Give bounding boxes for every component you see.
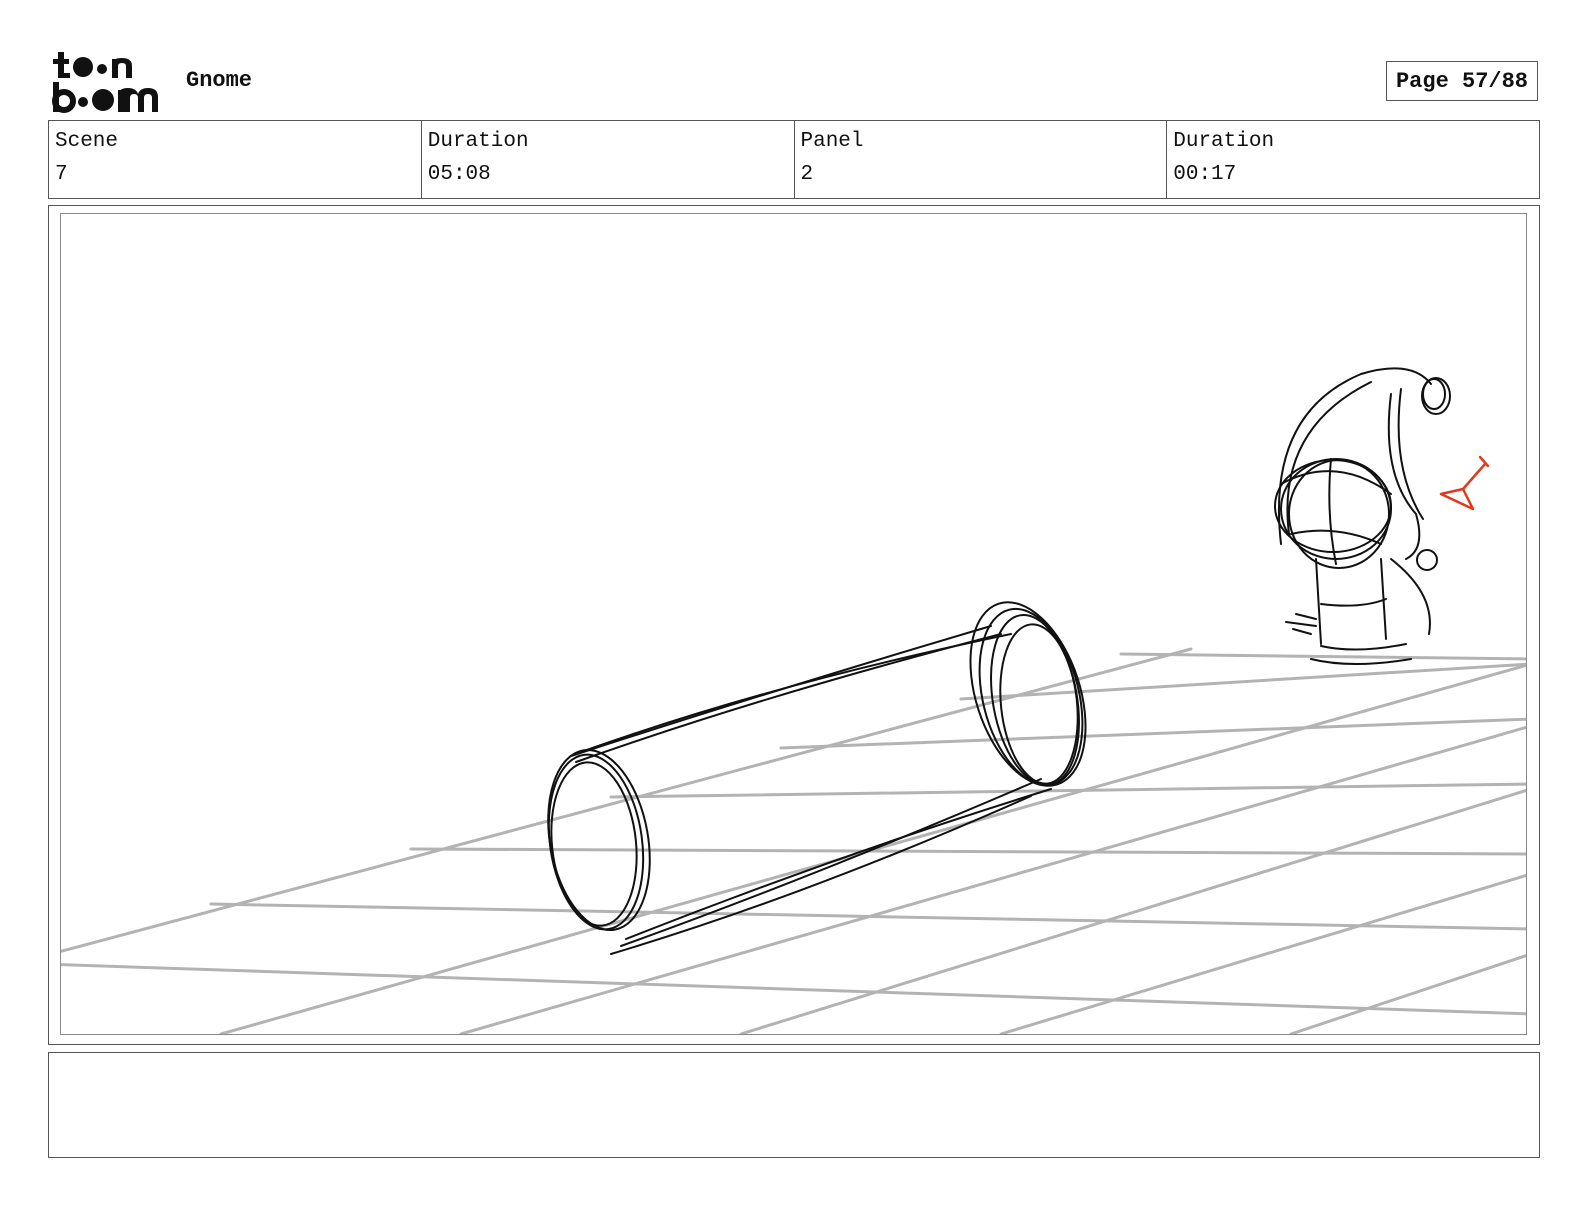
panel-duration-value: 00:17 xyxy=(1173,163,1237,186)
panel-notes-box xyxy=(48,1052,1540,1158)
scene-duration-cell: Duration 05:08 xyxy=(420,121,794,198)
direction-arrow-annotation xyxy=(1439,455,1490,511)
panel-duration-label: Duration xyxy=(1173,130,1275,153)
log-sketch xyxy=(547,601,1087,955)
gnome-sketch xyxy=(1274,367,1451,665)
panel-label: Panel xyxy=(800,130,864,153)
scene-duration-label: Duration xyxy=(427,130,529,153)
panel-drawing-area xyxy=(60,213,1527,1035)
panel-duration-cell: Duration 00:17 xyxy=(1166,121,1539,198)
scene-duration-value: 05:08 xyxy=(427,163,491,186)
panel-cell: Panel 2 xyxy=(793,121,1167,198)
project-title: Gnome xyxy=(186,68,253,93)
storyboard-sketch xyxy=(61,367,1526,1034)
scene-info-table: Scene 7 Duration 05:08 Panel 2 Duration … xyxy=(48,120,1540,199)
toon-boom-logo-icon xyxy=(52,52,158,113)
panel-value: 2 xyxy=(800,163,814,186)
floor-grid xyxy=(61,647,1526,1034)
scene-label: Scene xyxy=(55,130,119,153)
scene-cell: Scene 7 xyxy=(49,121,421,198)
page-indicator: Page 57/88 xyxy=(1386,61,1538,101)
scene-value: 7 xyxy=(55,163,68,186)
storyboard-panel xyxy=(48,205,1540,1045)
